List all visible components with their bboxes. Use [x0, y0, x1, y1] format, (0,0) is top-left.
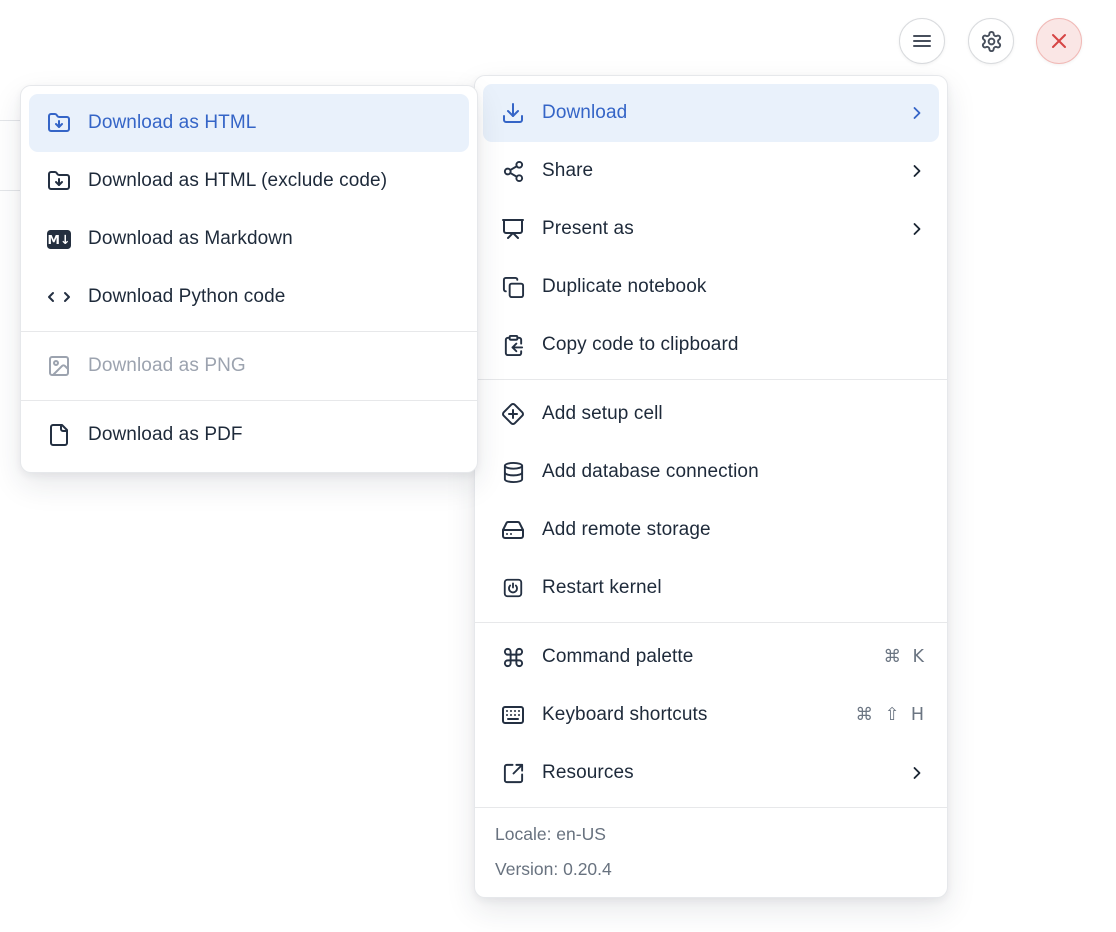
download-icon	[501, 101, 525, 125]
menu-item-copy-code-to-clipboard[interactable]: Copy code to clipboard	[483, 316, 939, 374]
menu-item-label: Add database connection	[542, 461, 927, 483]
clipboard-copy-icon	[501, 333, 525, 357]
menu-item-label: Copy code to clipboard	[542, 334, 927, 356]
menu-separator	[475, 379, 947, 380]
menu-item-label: Present as	[542, 218, 897, 240]
settings-button[interactable]	[968, 18, 1014, 64]
menu-item-label: Download	[542, 102, 897, 124]
submenu-item-download-as-html[interactable]: Download as HTML	[29, 94, 469, 152]
menu-item-present-as[interactable]: Present as	[483, 200, 939, 258]
menu-separator	[475, 622, 947, 623]
menu-item-label: Add setup cell	[542, 403, 927, 425]
menu-item-label: Resources	[542, 762, 897, 784]
shortcut-command-shift-h: ⌘ ⇧ H	[856, 705, 927, 725]
submenu-item-label: Download as PNG	[88, 355, 457, 377]
notebook-actions-menu: Download Share Present as	[474, 75, 948, 898]
code-icon	[47, 285, 71, 309]
chevron-right-icon	[907, 161, 927, 181]
menu-item-label: Share	[542, 160, 897, 182]
menu-item-label: Duplicate notebook	[542, 276, 927, 298]
close-button[interactable]	[1036, 18, 1082, 64]
power-square-icon	[501, 576, 525, 600]
background-divider	[0, 190, 20, 191]
chevron-right-icon	[907, 103, 927, 123]
app-background: Download as HTML Download as HTML (exclu…	[0, 0, 1116, 932]
submenu-item-label: Download as HTML	[88, 112, 457, 134]
chevron-right-icon	[907, 763, 927, 783]
menu-item-duplicate-notebook[interactable]: Duplicate notebook	[483, 258, 939, 316]
submenu-item-download-as-markdown[interactable]: M↓ Download as Markdown	[29, 210, 469, 268]
menu-item-label: Command palette	[542, 646, 873, 668]
folder-down-icon	[47, 111, 71, 135]
download-submenu: Download as HTML Download as HTML (exclu…	[20, 85, 478, 473]
hard-drive-icon	[501, 518, 525, 542]
version-text: Version: 0.20.4	[475, 852, 947, 887]
menu-item-download[interactable]: Download	[483, 84, 939, 142]
menu-item-command-palette[interactable]: Command palette ⌘ K	[483, 628, 939, 686]
markdown-icon: M↓	[47, 227, 71, 251]
menu-item-restart-kernel[interactable]: Restart kernel	[483, 559, 939, 617]
menu-item-label: Add remote storage	[542, 519, 927, 541]
submenu-item-label: Download as Markdown	[88, 228, 457, 250]
menu-item-keyboard-shortcuts[interactable]: Keyboard shortcuts ⌘ ⇧ H	[483, 686, 939, 744]
submenu-item-download-as-pdf[interactable]: Download as PDF	[29, 406, 469, 464]
menu-footer: Locale: en-US Version: 0.20.4	[475, 807, 947, 897]
keyboard-icon	[501, 703, 525, 727]
background-divider	[0, 120, 20, 121]
folder-down-icon	[47, 169, 71, 193]
diamond-plus-icon	[501, 402, 525, 426]
shortcut-command-k: ⌘ K	[883, 647, 927, 667]
file-icon	[47, 423, 71, 447]
gear-icon	[980, 30, 1003, 53]
close-icon	[1047, 29, 1071, 53]
locale-text: Locale: en-US	[475, 817, 947, 852]
markdown-badge: M↓	[47, 230, 71, 249]
image-icon	[47, 354, 71, 378]
menu-item-add-database-connection[interactable]: Add database connection	[483, 443, 939, 501]
submenu-item-label: Download as HTML (exclude code)	[88, 170, 457, 192]
menu-item-label: Restart kernel	[542, 577, 927, 599]
share-icon	[501, 159, 525, 183]
command-icon	[501, 645, 525, 669]
presentation-icon	[501, 217, 525, 241]
menu-item-label: Keyboard shortcuts	[542, 704, 846, 726]
hamburger-menu-button[interactable]	[899, 18, 945, 64]
menu-item-share[interactable]: Share	[483, 142, 939, 200]
submenu-item-download-as-html-exclude-code[interactable]: Download as HTML (exclude code)	[29, 152, 469, 210]
external-link-icon	[501, 761, 525, 785]
submenu-separator	[21, 400, 477, 401]
database-icon	[501, 460, 525, 484]
submenu-item-label: Download as PDF	[88, 424, 457, 446]
submenu-item-download-python-code[interactable]: Download Python code	[29, 268, 469, 326]
hamburger-icon	[910, 29, 934, 53]
chevron-right-icon	[907, 219, 927, 239]
submenu-item-label: Download Python code	[88, 286, 457, 308]
copy-icon	[501, 275, 525, 299]
submenu-separator	[21, 331, 477, 332]
menu-item-resources[interactable]: Resources	[483, 744, 939, 802]
submenu-item-download-as-png[interactable]: Download as PNG	[29, 337, 469, 395]
menu-item-add-remote-storage[interactable]: Add remote storage	[483, 501, 939, 559]
menu-item-add-setup-cell[interactable]: Add setup cell	[483, 385, 939, 443]
